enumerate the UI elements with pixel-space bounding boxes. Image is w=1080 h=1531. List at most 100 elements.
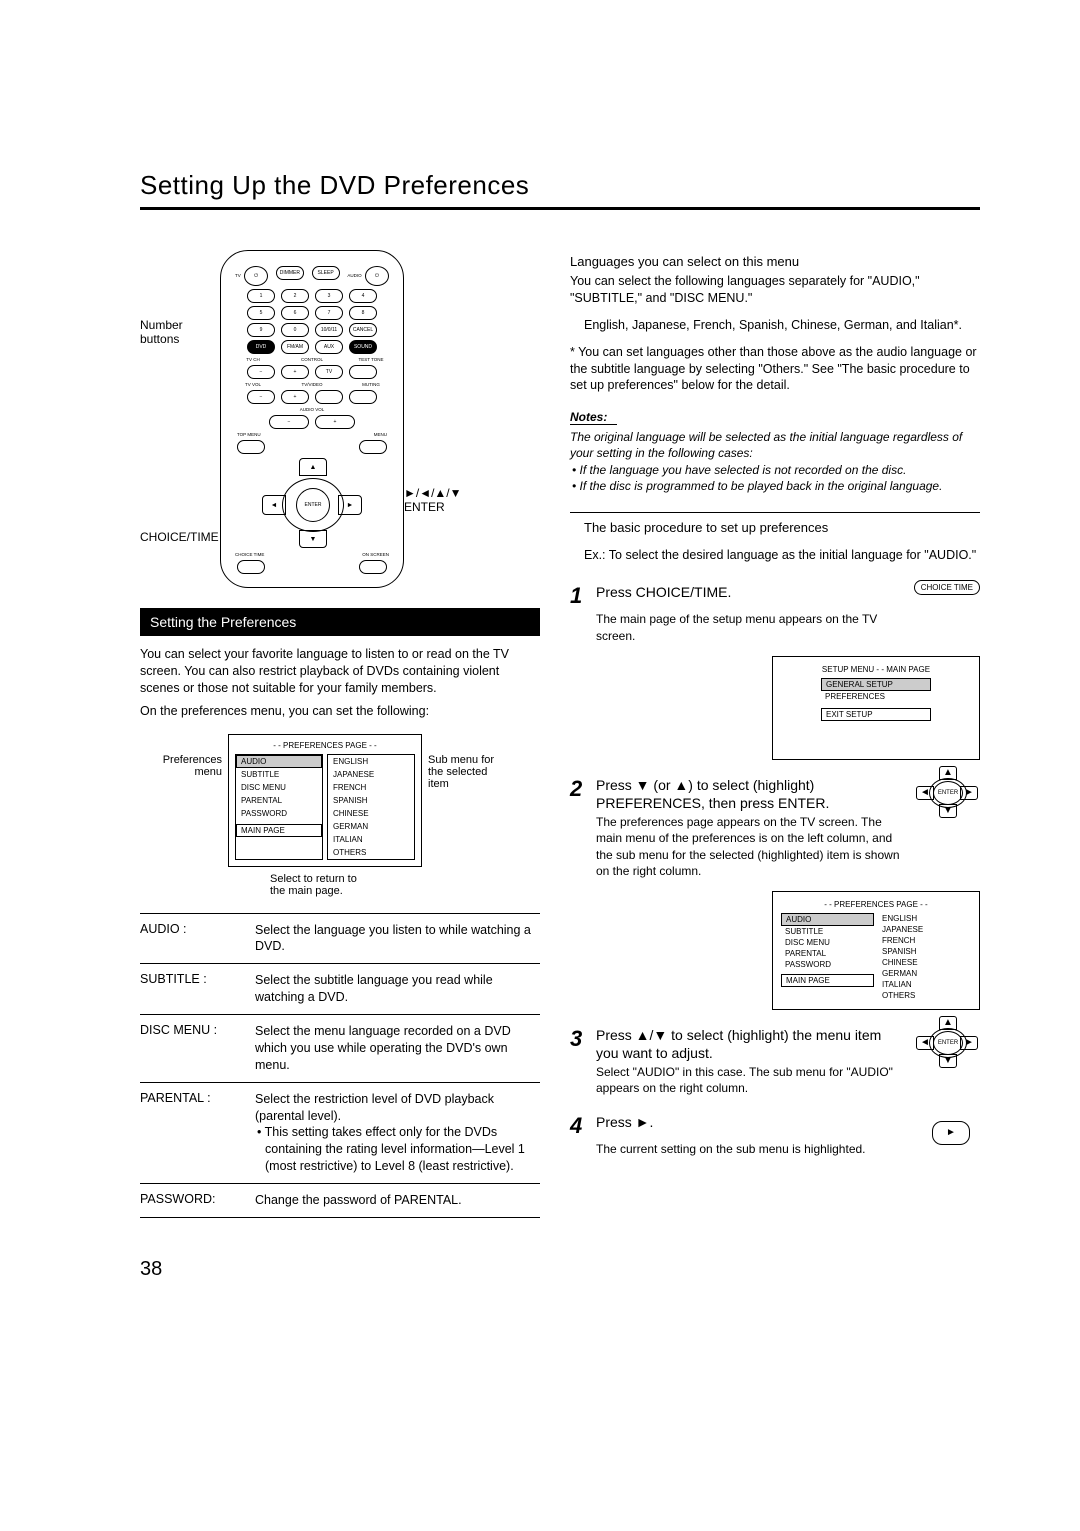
num-1-button[interactable]: 1 <box>247 289 275 303</box>
dvd-src-button[interactable]: DVD <box>247 340 275 354</box>
setup-menu-item: EXIT SETUP <box>821 708 931 721</box>
languages-heading: Languages you can select on this menu <box>570 254 980 269</box>
label-muting: MUTING <box>351 382 391 387</box>
def-def: Select the language you listen to while … <box>255 922 540 956</box>
label-number-buttons: Number buttons <box>140 316 220 348</box>
step-3-sub: Select "AUDIO" in this case. The sub men… <box>596 1064 906 1096</box>
step-number-2: 2 <box>570 776 588 802</box>
tvch-minus-button[interactable]: − <box>247 365 275 379</box>
tv-control-button[interactable]: TV <box>315 365 343 379</box>
pref-page-sub: OTHERS <box>878 990 971 1001</box>
num-0-button[interactable]: 0 <box>281 323 309 337</box>
remote-body: TV ⏻ DIMMER SLEEP AUDIO ⏻ 1 2 <box>220 250 404 588</box>
pref-page-sub: JAPANESE <box>878 924 971 935</box>
onscreen-button[interactable] <box>359 560 387 574</box>
pref-item-mainpage: MAIN PAGE <box>236 824 322 837</box>
preferences-diagram: Preferences menu - - PREFERENCES PAGE - … <box>140 734 540 867</box>
enter-center-icon: ENTER <box>933 1031 963 1055</box>
num-6-button[interactable]: 6 <box>281 306 309 320</box>
languages-body3: * You can set languages other than those… <box>570 344 980 395</box>
pref-page-sub: CHINESE <box>878 957 971 968</box>
pref-item: DISC MENU <box>236 781 322 794</box>
pref-page-sub: GERMAN <box>878 968 971 979</box>
def-term: AUDIO : <box>140 922 255 956</box>
sleep-button[interactable]: SLEEP <box>312 266 340 280</box>
setup-menu-screen: SETUP MENU - - MAIN PAGE GENERAL SETUP P… <box>772 656 980 760</box>
num-2-button[interactable]: 2 <box>281 289 309 303</box>
pref-item: AUDIO <box>236 755 322 768</box>
pref-page-sub: SPANISH <box>878 946 971 957</box>
audiovol-plus-button[interactable]: + <box>315 415 355 429</box>
procedure-example: Ex.: To select the desired language as t… <box>570 547 980 564</box>
def-term: DISC MENU : <box>140 1023 255 1074</box>
label-audio: AUDIO <box>347 273 361 278</box>
arrow-up-button[interactable]: ▲ <box>299 458 327 476</box>
dimmer-button[interactable]: DIMMER <box>276 266 304 280</box>
pref-page-item: SUBTITLE <box>781 926 874 937</box>
fmam-src-button[interactable]: FM/AM <box>281 340 309 354</box>
step-2-text: Press ▼ (or ▲) to select (highlight) PRE… <box>596 776 906 812</box>
cancel-button[interactable]: CANCEL <box>349 323 377 337</box>
num-7-button[interactable]: 7 <box>315 306 343 320</box>
pref-sub-item: ITALIAN <box>328 833 414 846</box>
label-tvvideo: TV/VIDEO <box>292 382 332 387</box>
setup-menu-item: PREFERENCES <box>821 691 931 702</box>
sound-button[interactable]: SOUND <box>349 340 377 354</box>
pref-item: PARENTAL <box>236 794 322 807</box>
def-def: Select the restriction level of DVD play… <box>255 1091 540 1175</box>
play-right-icon: ► <box>932 1121 970 1145</box>
page-number: 38 <box>140 1258 980 1281</box>
enter-button[interactable]: ENTER <box>296 488 330 522</box>
num-3-button[interactable]: 3 <box>315 289 343 303</box>
tvch-plus-button[interactable]: + <box>281 365 309 379</box>
dpad-diagram-2: ▲ ▼ ◄ ► ENTER <box>914 766 980 818</box>
label-arrows-enter: ►/◄/▲/▼ ENTER <box>404 486 474 514</box>
dpad-diagram-3: ▲ ▼ ◄ ► ENTER <box>914 1016 980 1068</box>
def-row: PARENTAL : Select the restriction level … <box>140 1082 540 1183</box>
label-tvch: TV CH <box>233 357 273 362</box>
notes-body: The original language will be selected a… <box>570 429 980 494</box>
label-topmenu: TOP MENU <box>237 432 261 437</box>
pref-sub-item: FRENCH <box>328 781 414 794</box>
muting-button[interactable] <box>349 390 377 404</box>
def-term: PARENTAL : <box>140 1091 255 1175</box>
aux-src-button[interactable]: AUX <box>315 340 343 354</box>
num-8-button[interactable]: 8 <box>349 306 377 320</box>
pref-page-sub: ITALIAN <box>878 979 971 990</box>
tvvol-minus-button[interactable]: − <box>247 390 275 404</box>
pref-sub-item: OTHERS <box>328 846 414 859</box>
def-row: AUDIO : Select the language you listen t… <box>140 913 540 964</box>
pref-caption: Select to return to the main page. <box>270 873 540 897</box>
pref-sub-item: ENGLISH <box>328 755 414 768</box>
tvvol-plus-button[interactable]: + <box>281 390 309 404</box>
def-row: PASSWORD: Change the password of PARENTA… <box>140 1183 540 1218</box>
num-4-button[interactable]: 4 <box>349 289 377 303</box>
setup-menu-header: SETUP MENU - - MAIN PAGE <box>781 665 971 674</box>
top-menu-button[interactable] <box>237 440 265 454</box>
languages-body2: English, Japanese, French, Spanish, Chin… <box>570 317 980 334</box>
pref-sub-item: CHINESE <box>328 807 414 820</box>
step-number-4: 4 <box>570 1113 588 1139</box>
step-number-3: 3 <box>570 1026 588 1052</box>
audio-power-button[interactable]: ⏻ <box>365 266 389 286</box>
label-choicetime-btn: CHOICE TIME <box>235 552 264 557</box>
spacer-button[interactable] <box>349 365 377 379</box>
label-audiovol: AUDIO VOL <box>227 407 397 412</box>
pref-page-item: DISC MENU <box>781 937 874 948</box>
pref-item: SUBTITLE <box>236 768 322 781</box>
step-1-text: Press CHOICE/TIME. <box>596 583 731 601</box>
num-5-button[interactable]: 5 <box>247 306 275 320</box>
def-def: Change the password of PARENTAL. <box>255 1192 540 1209</box>
def-row: DISC MENU : Select the menu language rec… <box>140 1014 540 1082</box>
menu-button[interactable] <box>359 440 387 454</box>
tv-power-button[interactable]: ⏻ <box>244 266 268 286</box>
num-9-button[interactable]: 9 <box>247 323 275 337</box>
step-2-sub: The preferences page appears on the TV s… <box>596 814 906 879</box>
arrow-down-button[interactable]: ▼ <box>299 530 327 548</box>
tvvideo-button[interactable] <box>315 390 343 404</box>
label-control: CONTROL <box>292 357 332 362</box>
audiovol-minus-button[interactable]: − <box>269 415 309 429</box>
num-10-button[interactable]: 10/0/11 <box>315 323 343 337</box>
choicetime-button[interactable] <box>237 560 265 574</box>
label-menu: MENU <box>374 432 387 437</box>
